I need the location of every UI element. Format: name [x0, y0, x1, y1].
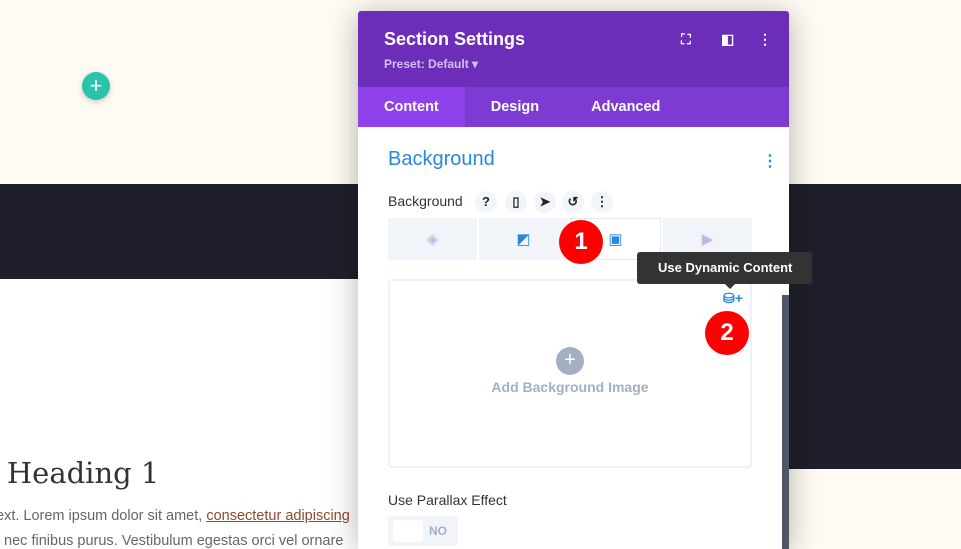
- panel-tabs: Content Design Advanced: [358, 87, 789, 127]
- paint-bucket-icon: ◈: [426, 231, 439, 248]
- scrollbar[interactable]: [782, 295, 789, 549]
- video-icon: ▶: [701, 231, 714, 248]
- toggle-knob: [393, 520, 423, 542]
- step-badge-2: 2: [705, 311, 749, 355]
- cream-section-right: [789, 469, 961, 549]
- gradient-icon: ◩: [516, 231, 531, 248]
- field-label: Background: [388, 193, 463, 209]
- dark-section-right: [789, 279, 961, 469]
- add-image-label[interactable]: Add Background Image: [390, 379, 750, 395]
- parallax-toggle[interactable]: NO: [388, 516, 458, 546]
- tooltip: Use Dynamic Content: [637, 252, 812, 289]
- image-upload-area[interactable]: ⛁+ + Add Background Image: [388, 279, 752, 468]
- paragraph-link[interactable]: consectetur adipiscing: [206, 508, 349, 524]
- step-badge-1: 1: [559, 220, 603, 264]
- gradient-tab[interactable]: ◩: [479, 218, 568, 260]
- split-view-icon[interactable]: ◧: [721, 31, 734, 48]
- hover-cursor-icon[interactable]: ➤: [534, 191, 556, 213]
- fullscreen-icon[interactable]: ⛶: [681, 31, 691, 48]
- paragraph-line-1: ext. Lorem ipsum dolor sit amet, consect…: [0, 508, 350, 524]
- group-title[interactable]: Background: [388, 148, 495, 171]
- add-image-plus-icon[interactable]: +: [556, 347, 584, 375]
- image-icon: ▣: [608, 231, 623, 248]
- panel-header: Section Settings Preset: Default ▾ ⛶ ◧ ⋮: [358, 11, 789, 87]
- color-tab[interactable]: ◈: [388, 218, 477, 260]
- field-more-icon[interactable]: ⋮: [591, 191, 613, 213]
- tab-advanced[interactable]: Advanced: [565, 87, 686, 127]
- reset-icon[interactable]: ↺: [562, 191, 584, 213]
- help-icon[interactable]: ?: [475, 191, 497, 213]
- tab-content[interactable]: Content: [358, 87, 465, 127]
- tab-design[interactable]: Design: [465, 87, 565, 127]
- add-section-button[interactable]: +: [82, 72, 110, 100]
- page-heading: t Heading 1: [6, 456, 160, 490]
- more-icon[interactable]: ⋮: [758, 31, 772, 48]
- toggle-value: NO: [429, 524, 447, 538]
- parallax-label: Use Parallax Effect: [388, 492, 507, 508]
- preset-dropdown[interactable]: Preset: Default ▾: [384, 57, 478, 71]
- group-more-icon[interactable]: ⋮: [762, 151, 778, 171]
- paragraph-line-2: , nec finibus purus. Vestibulum egestas …: [0, 533, 344, 549]
- responsive-icon[interactable]: ▯: [505, 191, 527, 213]
- panel-title: Section Settings: [384, 29, 526, 49]
